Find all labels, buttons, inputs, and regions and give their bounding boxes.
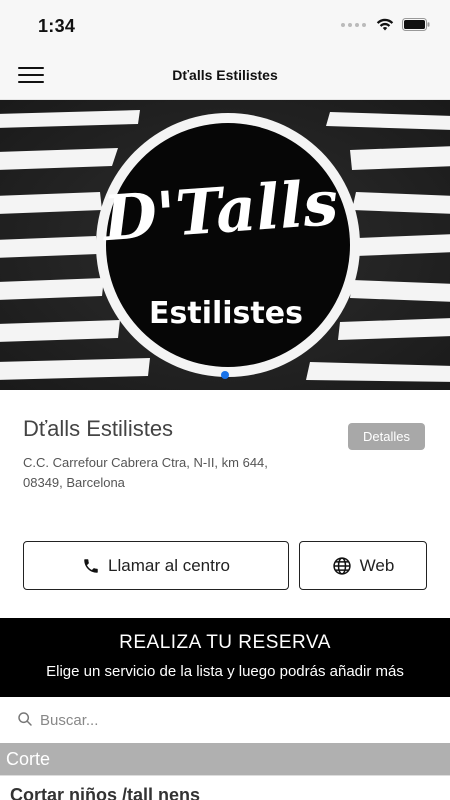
details-button[interactable]: Detalles: [348, 423, 425, 450]
search-icon: [18, 712, 32, 726]
carousel-indicator[interactable]: [221, 371, 229, 379]
service-item[interactable]: Cortar niños /tall nens: [0, 775, 450, 800]
salon-address: C.C. Carrefour Cabrera Ctra, N-II, km 64…: [23, 453, 313, 493]
address-line-2: 08349, Barcelona: [23, 475, 125, 490]
web-button[interactable]: Web: [299, 541, 427, 590]
phone-icon: [84, 558, 98, 573]
nav-bar: Dťalls Estilistes: [0, 52, 450, 100]
svg-text:Estilistes: Estilistes: [149, 296, 303, 331]
signal-icon: [341, 22, 366, 27]
status-time: 1:34: [38, 16, 76, 36]
logo-image: D'Talls Estilistes: [0, 100, 450, 390]
call-button-label: Llamar al centro: [108, 555, 230, 575]
status-icons: [341, 18, 430, 31]
battery-icon: [402, 18, 430, 31]
globe-icon: [333, 556, 351, 575]
hero-image: D'Talls Estilistes: [0, 100, 450, 390]
category-header: Corte: [0, 743, 450, 775]
call-button[interactable]: Llamar al centro: [23, 541, 289, 590]
status-bar: 1:34: [0, 0, 450, 52]
nav-title: Dťalls Estilistes: [172, 67, 278, 83]
booking-subtitle: Elige un servicio de la lista y luego po…: [46, 663, 404, 680]
booking-banner: REALIZA TU RESERVA Elige un servicio de …: [0, 618, 450, 697]
salon-name: Dťalls Estilistes: [23, 416, 174, 441]
search-bar: [0, 697, 450, 743]
booking-title: REALIZA TU RESERVA: [119, 632, 331, 653]
search-input[interactable]: [40, 707, 430, 733]
address-line-1: C.C. Carrefour Cabrera Ctra, N-II, km 64…: [23, 455, 268, 470]
wifi-icon: [376, 18, 394, 31]
web-button-label: Web: [359, 555, 395, 575]
